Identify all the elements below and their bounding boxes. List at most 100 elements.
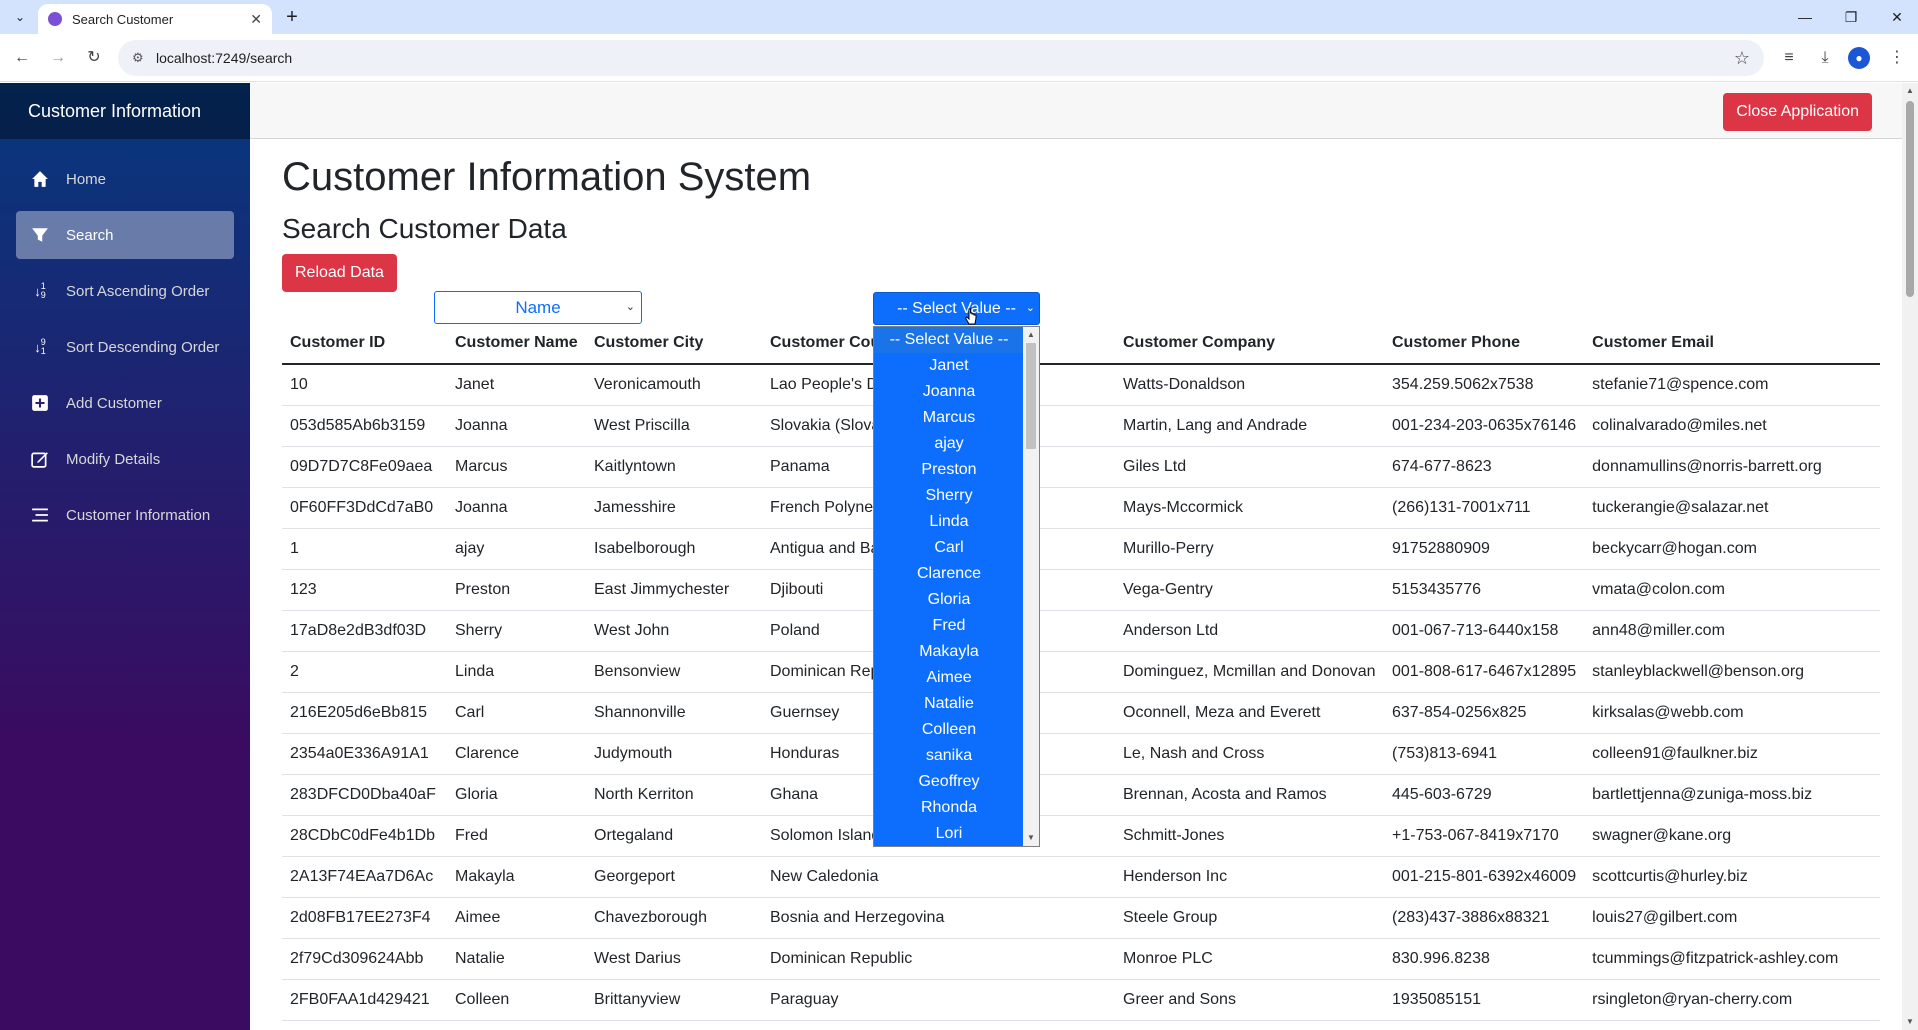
download-icon[interactable]: ⤓ — [1812, 46, 1838, 70]
scroll-up-icon[interactable]: ▲ — [1902, 83, 1918, 99]
field-select-value: Name — [515, 298, 561, 317]
dropdown-scroll-thumb[interactable] — [1026, 343, 1036, 449]
value-select[interactable]: -- Select Value -- ⌄ — [873, 292, 1040, 325]
browser-tab[interactable]: Search Customer ✕ — [38, 4, 272, 34]
table-cell: vmata@colon.com — [1584, 569, 1880, 611]
table-cell: rsingleton@ryan-cherry.com — [1584, 979, 1880, 1021]
menu-kebab-icon[interactable]: ⋮ — [1884, 46, 1910, 70]
table-cell: 2FB0FAA1d429421 — [282, 979, 447, 1021]
dropdown-option[interactable]: ajay — [874, 431, 1024, 457]
field-select[interactable]: Name ⌄ — [434, 291, 642, 324]
reload-icon[interactable]: ↻ — [82, 46, 106, 70]
sidebar-item-sort-ascending[interactable]: ↓ 1 9 Sort Ascending Order — [16, 267, 234, 315]
table-cell: Watts-Donaldson — [1115, 364, 1384, 406]
sidebar-item-sort-descending[interactable]: ↓ 9 1 Sort Descending Order — [16, 323, 234, 371]
sidebar-item-customer-information[interactable]: Customer Information — [16, 491, 234, 539]
dropdown-scrollbar[interactable]: ▲ ▼ — [1023, 327, 1039, 846]
tab-search-icon[interactable]: ⌄ — [8, 6, 32, 28]
table-cell: 1 — [282, 528, 447, 570]
dropdown-option[interactable]: Janet — [874, 353, 1024, 379]
url-field[interactable]: ⚙ localhost:7249/search ☆ — [118, 40, 1764, 76]
scroll-up-icon[interactable]: ▲ — [1023, 327, 1039, 343]
dropdown-option[interactable]: Natalie — [874, 691, 1024, 717]
close-application-button[interactable]: Close Application — [1723, 93, 1872, 131]
sort-ascending-icon: ↓ 1 9 — [34, 281, 46, 300]
column-header: Customer Name — [447, 323, 586, 365]
page-subtitle: Search Customer Data — [282, 213, 567, 244]
dropdown-option[interactable]: -- Select Value -- — [874, 327, 1024, 353]
sidebar-brand[interactable]: Customer Information — [0, 83, 250, 139]
table-cell: Chavezborough — [586, 897, 762, 939]
minimize-icon[interactable]: — — [1790, 6, 1820, 28]
table-cell: Isabelborough — [586, 528, 762, 570]
site-info-icon[interactable]: ⚙ — [132, 50, 144, 66]
sidebar-item-search[interactable]: Search — [16, 211, 234, 259]
tab-close-icon[interactable]: ✕ — [250, 11, 262, 28]
page-scrollbar[interactable]: ▲ ▼ — [1902, 83, 1918, 1030]
page-scroll-thumb[interactable] — [1906, 101, 1914, 297]
url-text: localhost:7249/search — [156, 50, 293, 66]
table-cell: bartlettjenna@zuniga-moss.biz — [1584, 774, 1880, 816]
back-icon[interactable]: ← — [10, 46, 34, 70]
table-cell: scottcurtis@hurley.biz — [1584, 856, 1880, 898]
table-cell: Sherry — [447, 610, 586, 652]
sidebar-item-label: Add Customer — [66, 394, 162, 412]
new-tab-icon[interactable]: + — [280, 6, 304, 28]
dropdown-option[interactable]: Makayla — [874, 639, 1024, 665]
sidebar-item-label: Sort Descending Order — [66, 338, 220, 356]
table-cell: Mays-Mccormick — [1115, 487, 1384, 529]
sidebar-item-add-customer[interactable]: Add Customer — [16, 379, 234, 427]
table-cell: 0F60FF3DdCd7aB0 — [282, 487, 447, 529]
restore-icon[interactable]: ❐ — [1836, 6, 1866, 28]
dropdown-option[interactable]: Carl — [874, 535, 1024, 561]
table-cell: Georgeport — [586, 856, 762, 898]
window-close-icon[interactable]: ✕ — [1882, 6, 1912, 28]
dropdown-option[interactable]: Gloria — [874, 587, 1024, 613]
scroll-down-icon[interactable]: ▼ — [1902, 1014, 1918, 1030]
table-row: 2f79Cd309624Abb Natalie West Darius Dominic… — [282, 938, 1880, 980]
customer-table: Customer ID Customer Name Customer City … — [282, 323, 1880, 1021]
dropdown-option[interactable]: Linda — [874, 509, 1024, 535]
dropdown-option[interactable]: Lori — [874, 821, 1024, 846]
address-bar: ← → ↻ ⚙ localhost:7249/search ☆ ≡ ⤓ ● ⋮ — [0, 34, 1918, 82]
table-cell: Clarence — [447, 733, 586, 775]
table-row: 053d585Ab6b3159 Joanna West Priscilla Slova… — [282, 405, 1880, 447]
dropdown-option[interactable]: Preston — [874, 457, 1024, 483]
forward-icon[interactable]: → — [46, 46, 70, 70]
table-cell: 91752880909 — [1384, 528, 1585, 570]
table-cell: Makayla — [447, 856, 586, 898]
table-cell: 354.259.5062x7538 — [1384, 364, 1585, 406]
dropdown-option[interactable]: Colleen — [874, 717, 1024, 743]
home-icon — [30, 169, 50, 189]
dropdown-option[interactable]: sanika — [874, 743, 1024, 769]
dropdown-option[interactable]: Aimee — [874, 665, 1024, 691]
table-cell: (753)813-6941 — [1384, 733, 1585, 775]
table-row: 216E205d6eBb815 Carl Shannonville Guernsey O… — [282, 692, 1880, 734]
sidebar-item-home[interactable]: Home — [16, 155, 234, 203]
sidebar-item-label: Search — [66, 226, 114, 244]
table-cell: 2354a0E336A91A1 — [282, 733, 447, 775]
sidebar: Customer Information Home Search ↓ 1 9 Sor… — [0, 83, 250, 1030]
dropdown-option[interactable]: Rhonda — [874, 795, 1024, 821]
table-cell: Preston — [447, 569, 586, 611]
table-cell: Le, Nash and Cross — [1115, 733, 1384, 775]
bookmark-star-icon[interactable]: ☆ — [1734, 48, 1750, 69]
chevron-down-icon: ⌄ — [1025, 302, 1035, 314]
sidebar-item-modify-details[interactable]: Modify Details — [16, 435, 234, 483]
dropdown-option[interactable]: Geoffrey — [874, 769, 1024, 795]
dropdown-option[interactable]: Clarence — [874, 561, 1024, 587]
table-row: 2d08FB17EE273F4 Aimee Chavezborough Bosnia … — [282, 897, 1880, 939]
media-control-icon[interactable]: ≡ — [1776, 46, 1802, 70]
dropdown-option[interactable]: Sherry — [874, 483, 1024, 509]
dropdown-option[interactable]: Fred — [874, 613, 1024, 639]
table-cell: 053d585Ab6b3159 — [282, 405, 447, 447]
chevron-down-icon: ⌄ — [625, 301, 635, 313]
table-cell: 2f79Cd309624Abb — [282, 938, 447, 980]
reload-data-button[interactable]: Reload Data — [282, 254, 397, 292]
table-cell: Brittanyview — [586, 979, 762, 1021]
table-cell: +1-753-067-8419x7170 — [1384, 815, 1585, 857]
dropdown-option[interactable]: Marcus — [874, 405, 1024, 431]
scroll-down-icon[interactable]: ▼ — [1023, 830, 1039, 846]
dropdown-option[interactable]: Joanna — [874, 379, 1024, 405]
profile-avatar-icon[interactable]: ● — [1848, 47, 1870, 69]
